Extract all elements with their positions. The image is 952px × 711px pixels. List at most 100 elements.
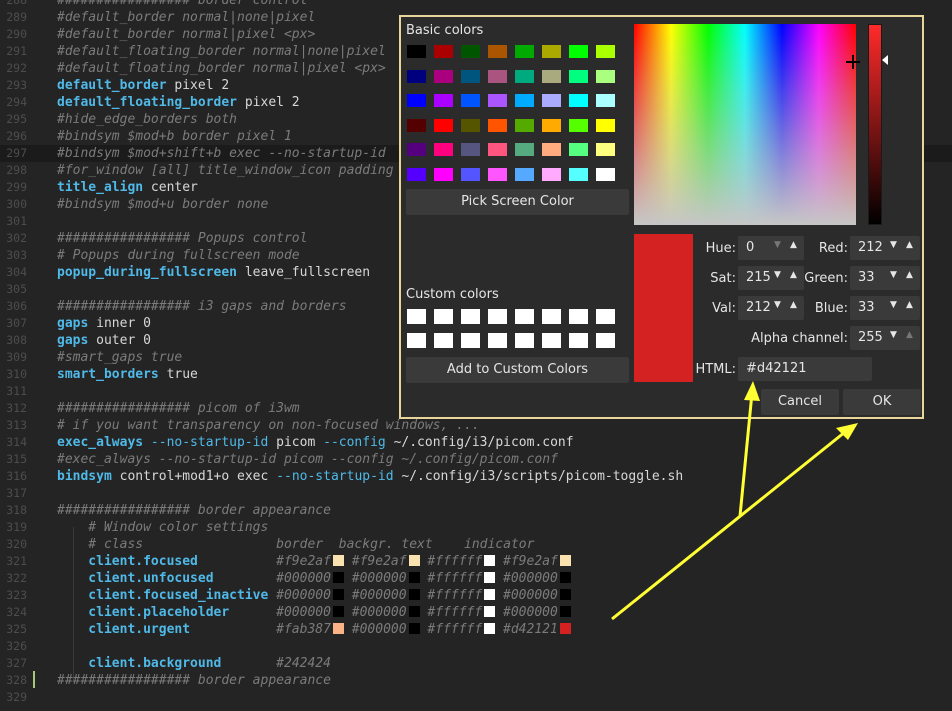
chevron-up-icon[interactable]: ▲ — [906, 300, 913, 310]
code-line[interactable]: 319 # Window color settings — [0, 519, 952, 536]
ok-button[interactable]: OK — [843, 389, 921, 415]
code-line[interactable]: 320 # class border backgr. text indicato… — [0, 536, 952, 553]
basic-color-swatch[interactable] — [595, 93, 616, 108]
basic-color-swatch[interactable] — [595, 68, 616, 84]
cancel-button[interactable]: Cancel — [761, 389, 839, 415]
basic-color-swatch[interactable] — [514, 44, 535, 59]
chevron-up-icon[interactable]: ▲ — [906, 330, 913, 340]
green-spinbox[interactable]: 33 ▼ ▲ — [850, 266, 920, 290]
basic-color-swatch[interactable] — [541, 44, 562, 59]
basic-color-swatch[interactable] — [541, 93, 562, 108]
custom-color-swatch[interactable] — [433, 332, 454, 349]
basic-color-swatch[interactable] — [568, 93, 589, 108]
custom-color-swatch[interactable] — [568, 308, 589, 325]
custom-color-swatch[interactable] — [514, 308, 535, 325]
chevron-up-icon[interactable]: ▲ — [790, 240, 797, 250]
hue-saturation-field[interactable] — [634, 24, 860, 225]
basic-color-swatch[interactable] — [433, 68, 454, 84]
basic-color-swatch[interactable] — [460, 44, 481, 59]
code-line[interactable]: 313 # if you want transparency on non-foc… — [0, 417, 952, 434]
basic-color-swatch[interactable] — [406, 166, 427, 182]
val-spinbox[interactable]: 212 ▼ ▲ — [738, 296, 804, 320]
custom-color-swatch[interactable] — [406, 332, 427, 349]
code-line[interactable]: 316 bindsym control+mod1+o exec --no-star… — [0, 468, 952, 485]
chevron-down-icon[interactable]: ▼ — [890, 330, 897, 340]
code-line[interactable]: 323 client.focused_inactive #000000 #000… — [0, 587, 952, 604]
basic-color-swatch[interactable] — [595, 44, 616, 59]
basic-color-swatch[interactable] — [568, 44, 589, 59]
basic-color-swatch[interactable] — [433, 93, 454, 108]
basic-color-swatch[interactable] — [406, 68, 427, 84]
code-line[interactable]: 315 #exec_always --no-startup-id picom --… — [0, 451, 952, 468]
basic-color-swatch[interactable] — [487, 142, 508, 157]
custom-color-swatch[interactable] — [406, 308, 427, 325]
custom-color-swatch[interactable] — [541, 308, 562, 325]
basic-color-swatch[interactable] — [433, 117, 454, 133]
value-slider[interactable] — [868, 24, 882, 225]
custom-color-swatch[interactable] — [460, 332, 481, 349]
basic-color-swatch[interactable] — [433, 142, 454, 157]
code-line[interactable]: 317 — [0, 485, 952, 502]
custom-color-swatch[interactable] — [514, 332, 535, 349]
custom-color-swatch[interactable] — [460, 308, 481, 325]
hue-spinbox[interactable]: 0 ▼ ▲ — [738, 236, 804, 260]
chevron-down-icon[interactable]: ▼ — [774, 300, 781, 310]
basic-color-swatch[interactable] — [568, 68, 589, 84]
chevron-down-icon[interactable]: ▼ — [890, 270, 897, 280]
basic-color-swatch[interactable] — [460, 142, 481, 157]
code-line[interactable]: 322 client.unfocused #000000 #000000 #ff… — [0, 570, 952, 587]
basic-color-swatch[interactable] — [541, 68, 562, 84]
code-line[interactable]: 288 ################# border control — [0, 0, 952, 9]
chevron-up-icon[interactable]: ▲ — [790, 300, 797, 310]
custom-color-swatch[interactable] — [568, 332, 589, 349]
basic-color-swatch[interactable] — [406, 44, 427, 59]
basic-color-swatch[interactable] — [595, 166, 616, 182]
basic-color-swatch[interactable] — [487, 44, 508, 59]
custom-color-swatch[interactable] — [595, 332, 616, 349]
basic-color-swatch[interactable] — [487, 93, 508, 108]
custom-color-swatch[interactable] — [541, 332, 562, 349]
basic-color-swatch[interactable] — [568, 117, 589, 133]
sat-spinbox[interactable]: 215 ▼ ▲ — [738, 266, 804, 290]
basic-color-swatch[interactable] — [541, 117, 562, 133]
code-line[interactable]: 327 client.background #242424 — [0, 655, 952, 672]
chevron-down-icon[interactable]: ▼ — [890, 300, 897, 310]
basic-color-swatch[interactable] — [460, 166, 481, 182]
basic-color-swatch[interactable] — [541, 142, 562, 157]
basic-color-swatch[interactable] — [406, 117, 427, 133]
basic-color-swatch[interactable] — [487, 68, 508, 84]
code-line[interactable]: 324 client.placeholder #000000 #000000 #… — [0, 604, 952, 621]
basic-color-swatch[interactable] — [514, 142, 535, 157]
basic-color-swatch[interactable] — [487, 166, 508, 182]
custom-color-swatch[interactable] — [433, 308, 454, 325]
code-line[interactable]: 329 — [0, 689, 952, 706]
add-to-custom-colors-button[interactable]: Add to Custom Colors — [406, 357, 629, 383]
chevron-down-icon[interactable]: ▼ — [890, 240, 897, 250]
chevron-down-icon[interactable]: ▼ — [774, 240, 781, 250]
html-color-input[interactable]: #d42121 — [738, 357, 872, 381]
basic-color-swatch[interactable] — [460, 117, 481, 133]
basic-color-swatch[interactable] — [406, 142, 427, 157]
basic-color-swatch[interactable] — [433, 166, 454, 182]
code-line[interactable]: 314 exec_always --no-startup-id picom --c… — [0, 434, 952, 451]
code-line[interactable]: 326 — [0, 638, 952, 655]
chevron-up-icon[interactable]: ▲ — [906, 240, 913, 250]
basic-color-swatch[interactable] — [487, 117, 508, 133]
code-line[interactable]: 318 ################# border appearance — [0, 502, 952, 519]
basic-color-swatch[interactable] — [541, 166, 562, 182]
custom-color-swatch[interactable] — [487, 308, 508, 325]
red-spinbox[interactable]: 212 ▼ ▲ — [850, 236, 920, 260]
basic-color-swatch[interactable] — [568, 166, 589, 182]
code-line[interactable]: 325 client.urgent #fab387 #000000 #fffff… — [0, 621, 952, 638]
basic-color-swatch[interactable] — [433, 44, 454, 59]
pick-screen-color-button[interactable]: Pick Screen Color — [406, 189, 629, 215]
custom-color-swatch[interactable] — [487, 332, 508, 349]
chevron-up-icon[interactable]: ▲ — [790, 270, 797, 280]
chevron-up-icon[interactable]: ▲ — [906, 270, 913, 280]
basic-color-swatch[interactable] — [514, 93, 535, 108]
alpha-spinbox[interactable]: 255 ▼ ▲ — [850, 326, 920, 350]
chevron-down-icon[interactable]: ▼ — [774, 270, 781, 280]
code-line[interactable]: 321 client.focused #f9e2af #f9e2af #ffff… — [0, 553, 952, 570]
basic-color-swatch[interactable] — [568, 142, 589, 157]
basic-color-swatch[interactable] — [514, 166, 535, 182]
